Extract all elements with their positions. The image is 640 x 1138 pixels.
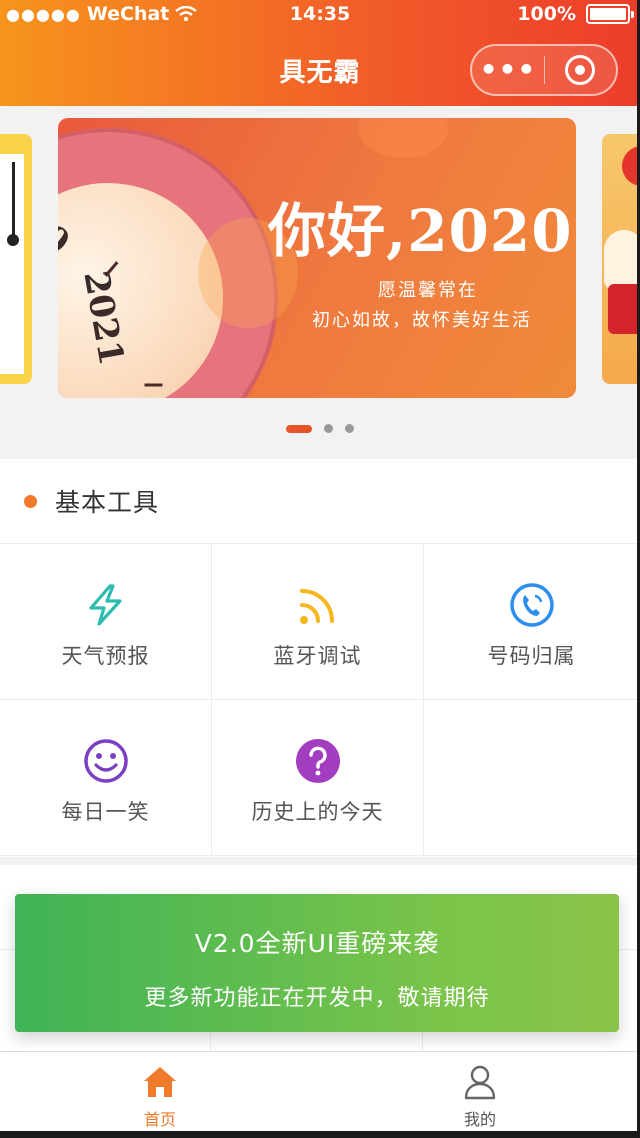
battery-icon [586, 4, 634, 24]
carousel-indicator [0, 424, 640, 433]
more-dots-icon[interactable]: ••• [472, 56, 544, 84]
tool-label: 天气预报 [61, 644, 150, 668]
phone-icon [509, 582, 555, 628]
banner-next-slide[interactable] [602, 134, 640, 384]
tab-home[interactable]: 首页 [0, 1052, 320, 1132]
clock-tick [144, 383, 163, 387]
section-divider [0, 857, 640, 865]
banner-subtitle-1: 愿温馨常在 [378, 280, 478, 301]
screen-edge [0, 1131, 640, 1138]
indicator-active[interactable] [286, 424, 312, 433]
indicator-dot[interactable] [345, 424, 354, 433]
section-header: 基本工具 [0, 459, 640, 543]
banner-headline: 你好,2020 [268, 197, 573, 265]
user-icon [462, 1064, 498, 1100]
section-title: 基本工具 [55, 488, 160, 517]
target-circle-icon[interactable] [565, 55, 595, 85]
tool-label: 历史上的今天 [251, 800, 384, 824]
tool-empty-slot [424, 700, 640, 856]
tab-me-label: 我的 [463, 1110, 496, 1129]
banner-subtitle-2: 初心如故，故怀美好生活 [312, 310, 532, 331]
toast-title: V2.0全新UI重磅来袭 [194, 929, 440, 958]
tool-weather[interactable]: 天气预报 [0, 544, 212, 700]
status-bar: ●●●●● WeChat 14:35 100% [0, 0, 640, 30]
home-icon [142, 1064, 178, 1100]
banner-carousel[interactable]: 19 2020 2021 你好,2020 愿温馨常在 初心如故，故怀美好生活 [0, 106, 640, 458]
toast-subtitle: 更多新功能正在开发中，敬请期待 [144, 986, 490, 1011]
section-dot-icon [24, 494, 37, 508]
miniprogram-capsule: ••• [470, 44, 618, 96]
tool-joke[interactable]: 每日一笑 [0, 700, 212, 856]
tools-section: 基本工具 天气预报 蓝牙调试 号码归属 每日一笑 历史上的今天 [0, 459, 640, 857]
capsule-divider [544, 56, 545, 84]
tool-label: 号码归属 [487, 644, 576, 668]
lightning-icon [83, 582, 129, 628]
question-icon [295, 738, 341, 784]
indicator-dot[interactable] [324, 424, 333, 433]
tool-history[interactable]: 历史上的今天 [212, 700, 424, 856]
tools-grid: 天气预报 蓝牙调试 号码归属 每日一笑 历史上的今天 [0, 543, 640, 857]
smile-icon [83, 738, 129, 784]
tool-phone[interactable]: 号码归属 [424, 544, 640, 700]
banner-prev-slide[interactable] [0, 134, 32, 384]
tab-me[interactable]: 我的 [320, 1052, 640, 1132]
tool-label: 蓝牙调试 [273, 644, 362, 668]
lantern-decoration [358, 118, 448, 158]
banner-slide[interactable]: 19 2020 2021 你好,2020 愿温馨常在 初心如故，故怀美好生活 [58, 118, 576, 398]
tool-bluetooth[interactable]: 蓝牙调试 [212, 544, 424, 700]
battery-percent: 100% [517, 3, 576, 25]
tab-bar: 首页 我的 [0, 1051, 640, 1131]
wifi-signal-icon [295, 582, 341, 628]
tool-label: 每日一笑 [61, 800, 150, 824]
status-right: 100% [517, 3, 634, 25]
tab-home-label: 首页 [143, 1110, 176, 1129]
header: ●●●●● WeChat 14:35 100% 具无霸 ••• [0, 0, 640, 106]
update-notice-toast[interactable]: V2.0全新UI重磅来袭 更多新功能正在开发中，敬请期待 [15, 894, 619, 1032]
